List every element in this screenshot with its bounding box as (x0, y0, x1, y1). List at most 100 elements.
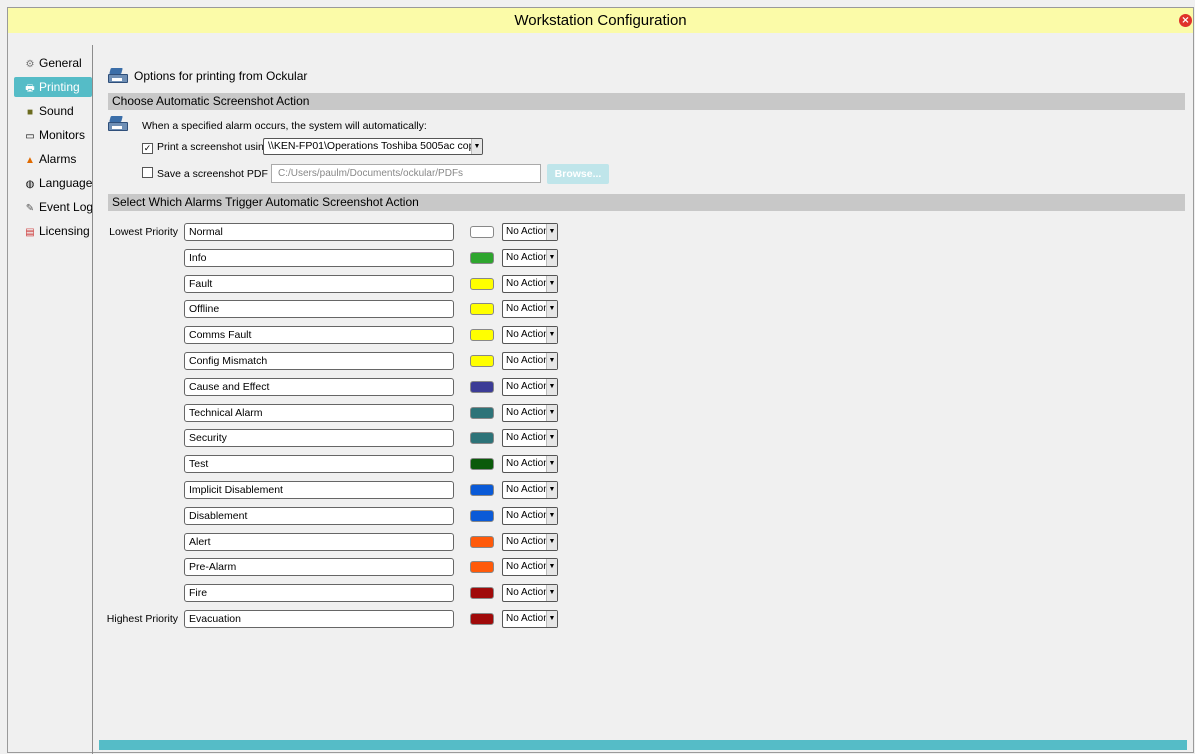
print-screenshot-row: ✓ Print a screenshot using: (142, 141, 273, 154)
sidebar-item-event-log[interactable]: ✎ Event Log (14, 197, 94, 217)
alarm-action-select[interactable]: No Action ▼ (502, 275, 558, 293)
highest-priority-label: Highest Priority (106, 613, 178, 625)
alarm-action-select[interactable]: No Action ▼ (502, 429, 558, 447)
alarm-color-swatch[interactable] (470, 484, 494, 496)
alarm-color-swatch[interactable] (470, 561, 494, 573)
sidebar-item-general[interactable]: ⚙ General (14, 53, 92, 73)
sidebar-item-language[interactable]: ◍ Language (14, 173, 93, 193)
alarm-action-select[interactable]: No Action ▼ (502, 584, 558, 602)
alarm-action-select[interactable]: No Action ▼ (502, 223, 558, 241)
sidebar-item-label: Sound (39, 104, 74, 118)
sidebar-item-monitors[interactable]: ▭ Monitors (14, 125, 92, 145)
alarm-color-swatch[interactable] (470, 587, 494, 599)
alarm-color-swatch[interactable] (470, 303, 494, 315)
alarm-name-field[interactable]: Config Mismatch (184, 352, 454, 370)
alarm-action-select[interactable]: No Action ▼ (502, 300, 558, 318)
printer-select-value: \\KEN-FP01\Operations Toshiba 5005ac cop… (268, 140, 483, 152)
alarm-color-swatch[interactable] (470, 278, 494, 290)
sidebar-item-label: Event Log (39, 200, 94, 214)
alarm-color-swatch[interactable] (470, 458, 494, 470)
chevron-down-icon: ▼ (546, 534, 557, 550)
alarm-color-swatch[interactable] (470, 252, 494, 264)
section-header-alarm-triggers: Select Which Alarms Trigger Automatic Sc… (108, 194, 1185, 211)
chevron-down-icon: ▼ (546, 585, 557, 601)
alarm-name-field[interactable]: Normal (184, 223, 454, 241)
alarm-name-field[interactable]: Info (184, 249, 454, 267)
alarm-color-swatch[interactable] (470, 226, 494, 238)
alarm-color-swatch[interactable] (470, 329, 494, 341)
alarm-name-field[interactable]: Technical Alarm (184, 404, 454, 422)
section-printer-icon-wrap (108, 115, 128, 134)
alarm-color-swatch[interactable] (470, 536, 494, 548)
save-pdf-label: Save a screenshot PDF in: (157, 168, 282, 180)
alarm-action-value: No Action (506, 536, 549, 547)
window-title: Workstation Configuration (514, 12, 687, 29)
chevron-down-icon: ▼ (546, 327, 557, 343)
print-screenshot-checkbox[interactable]: ✓ (142, 143, 153, 154)
chevron-down-icon: ▼ (546, 379, 557, 395)
alarm-action-value: No Action (506, 226, 549, 237)
chevron-down-icon: ▼ (546, 456, 557, 472)
browse-button[interactable]: Browse... (547, 164, 609, 184)
alarm-action-select[interactable]: No Action ▼ (502, 404, 558, 422)
alarm-action-select[interactable]: No Action ▼ (502, 481, 558, 499)
alarm-action-value: No Action (506, 613, 549, 624)
alarm-name-field[interactable]: Evacuation (184, 610, 454, 628)
alarm-action-select[interactable]: No Action ▼ (502, 558, 558, 576)
alarm-action-select[interactable]: No Action ▼ (502, 455, 558, 473)
alarm-color-swatch[interactable] (470, 381, 494, 393)
speaker-icon: ■ (26, 107, 34, 118)
chevron-down-icon: ▼ (546, 482, 557, 498)
save-pdf-row: Save a screenshot PDF in: (142, 167, 282, 180)
sidebar-item-label: Alarms (39, 152, 77, 166)
sidebar-item-label: General (39, 56, 82, 70)
alarm-name-field[interactable]: Fire (184, 584, 454, 602)
alarm-name-field[interactable]: Test (184, 455, 454, 473)
alarm-color-swatch[interactable] (470, 407, 494, 419)
sidebar-item-alarms[interactable]: ▲ Alarms (14, 149, 92, 169)
sidebar-item-printing[interactable]: 🖶 Printing (14, 77, 92, 97)
license-icon: ▤ (25, 227, 35, 238)
sidebar-item-label: Licensing (39, 224, 90, 238)
sidebar-item-label: Monitors (39, 128, 86, 142)
alarm-name-field[interactable]: Disablement (184, 507, 454, 525)
alarm-name-field[interactable]: Alert (184, 533, 454, 551)
alarm-name-field[interactable]: Fault (184, 275, 454, 293)
alarm-name-field[interactable]: Security (184, 429, 454, 447)
alarm-action-select[interactable]: No Action ▼ (502, 533, 558, 551)
alarm-action-value: No Action (506, 278, 549, 289)
alarm-action-select[interactable]: No Action ▼ (502, 249, 558, 267)
alarm-name-field[interactable]: Pre-Alarm (184, 558, 454, 576)
alarm-color-swatch[interactable] (470, 355, 494, 367)
alarm-action-select[interactable]: No Action ▼ (502, 378, 558, 396)
intro-text: When a specified alarm occurs, the syste… (142, 120, 427, 132)
alarm-color-swatch[interactable] (470, 613, 494, 625)
pdf-path-input[interactable]: C:/Users/paulm/Documents/ockular/PDFs (271, 164, 541, 183)
alarm-name-field[interactable]: Implicit Disablement (184, 481, 454, 499)
alarm-action-value: No Action (506, 381, 549, 392)
alarm-name-field[interactable]: Cause and Effect (184, 378, 454, 396)
alarm-color-swatch[interactable] (470, 432, 494, 444)
alarm-action-value: No Action (506, 355, 549, 366)
sidebar-item-sound[interactable]: ■ Sound (14, 101, 92, 121)
printer-icon (108, 67, 128, 83)
chevron-down-icon: ▼ (546, 405, 557, 421)
sidebar-divider (92, 45, 93, 754)
sidebar-item-licensing[interactable]: ▤ Licensing (14, 221, 92, 241)
alarm-name-field[interactable]: Offline (184, 300, 454, 318)
save-pdf-checkbox[interactable] (142, 167, 153, 178)
alarm-action-select[interactable]: No Action ▼ (502, 610, 558, 628)
alarm-action-select[interactable]: No Action ▼ (502, 326, 558, 344)
alarm-action-select[interactable]: No Action ▼ (502, 352, 558, 370)
alarm-action-select[interactable]: No Action ▼ (502, 507, 558, 525)
page-title: Options for printing from Ockular (134, 69, 308, 83)
alarm-color-swatch[interactable] (470, 510, 494, 522)
alarm-action-value: No Action (506, 484, 549, 495)
lowest-priority-label: Lowest Priority (109, 226, 178, 238)
alarm-name-field[interactable]: Comms Fault (184, 326, 454, 344)
section-header-screenshot-action: Choose Automatic Screenshot Action (108, 93, 1185, 110)
printer-select[interactable]: \\KEN-FP01\Operations Toshiba 5005ac cop… (263, 138, 483, 155)
close-icon[interactable]: × (1179, 14, 1192, 27)
printer-icon: 🖶 (25, 83, 35, 94)
printer-icon (108, 115, 128, 131)
